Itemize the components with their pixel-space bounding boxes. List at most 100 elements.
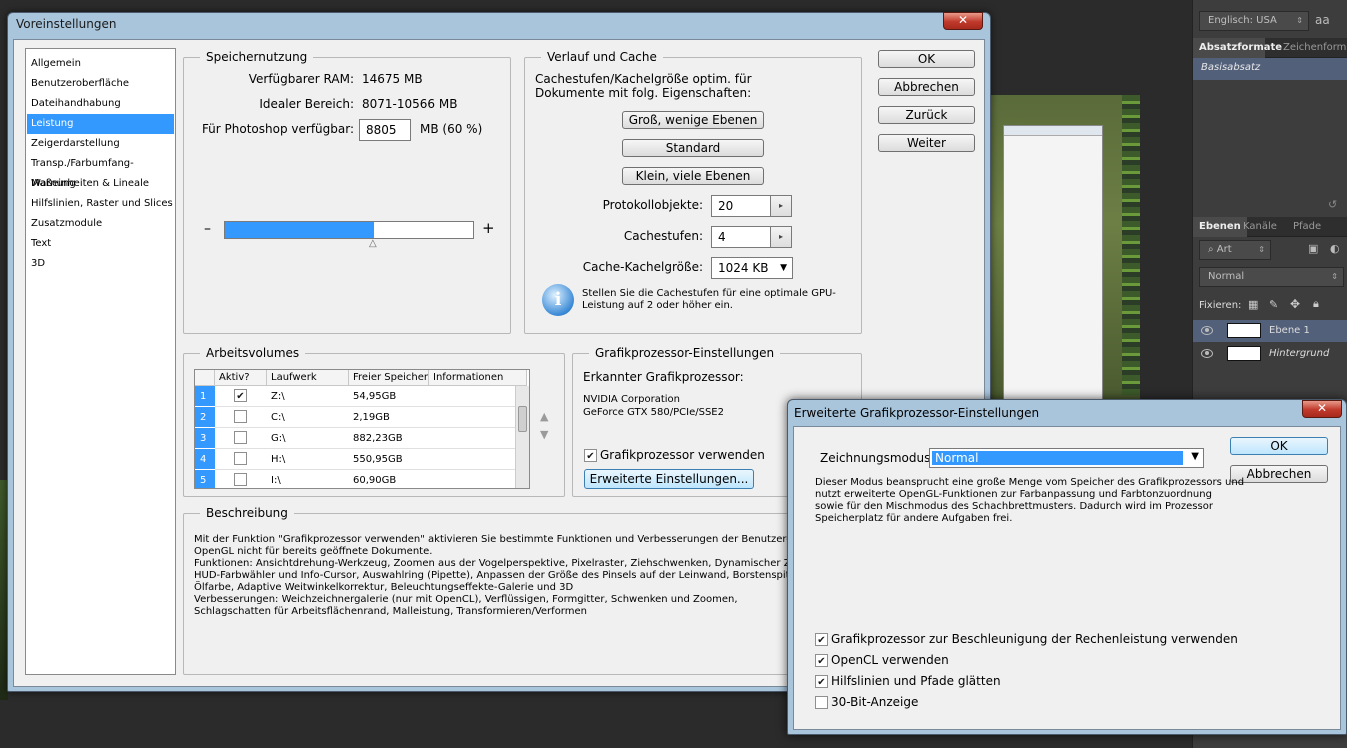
lock-transparency-icon[interactable]: ▦: [1248, 298, 1258, 311]
active-checkbox[interactable]: [234, 452, 247, 465]
layer-filter-select[interactable]: ⌕ Art ⇕: [1199, 240, 1271, 260]
nav-item-masseinheiten[interactable]: Maßeinheiten & Lineale: [27, 174, 174, 194]
col-header-free[interactable]: Freier Speicher: [349, 370, 429, 386]
cancel-button[interactable]: Abbrechen: [1230, 465, 1328, 483]
antialias-icon[interactable]: aa: [1315, 13, 1330, 27]
photoshop-ram-input[interactable]: 8805: [359, 119, 411, 141]
free-space-cell: 60,90GB: [353, 475, 397, 486]
large-few-layers-button[interactable]: Groß, wenige Ebenen: [622, 111, 764, 129]
nav-item-3d[interactable]: 3D: [27, 254, 174, 274]
drawing-mode-description: Dieser Modus beansprucht eine große Meng…: [815, 477, 1245, 524]
move-down-icon[interactable]: ▼: [540, 428, 548, 441]
tile-size-select[interactable]: 1024 KB ▼: [711, 257, 793, 279]
history-states-spin-icon[interactable]: ▸: [770, 195, 792, 217]
refresh-icon[interactable]: ↺: [1328, 198, 1337, 211]
next-button[interactable]: Weiter: [878, 134, 975, 152]
active-checkbox[interactable]: [234, 410, 247, 423]
scratch-disks-table: Aktiv? Laufwerk Freier Speicher Informat…: [194, 369, 530, 489]
nav-item-allgemein[interactable]: Allgemein: [27, 54, 174, 74]
ok-button[interactable]: OK: [878, 50, 975, 68]
photoshop-ram-label: Für Photoshop verfügbar:: [201, 122, 354, 136]
drive-cell: H:\: [271, 454, 286, 465]
cache-levels-input[interactable]: 4: [711, 226, 771, 248]
active-checkbox[interactable]: [234, 389, 247, 402]
col-header-drive[interactable]: Laufwerk: [267, 370, 349, 386]
table-row[interactable]: 3 G:\ 882,23GB: [195, 428, 515, 449]
nav-item-zusatzmodule[interactable]: Zusatzmodule: [27, 214, 174, 234]
description-title: Beschreibung: [200, 506, 294, 520]
close-button[interactable]: ✕: [943, 12, 983, 30]
table-row[interactable]: 1 Z:\ 54,95GB: [195, 386, 515, 407]
nav-item-zeigerdarstellung[interactable]: Zeigerdarstellung: [27, 134, 174, 154]
ideal-range-label: Idealer Bereich:: [259, 97, 354, 111]
layer-row[interactable]: Hintergrund: [1193, 343, 1347, 365]
table-row[interactable]: 2 C:\ 2,19GB: [195, 407, 515, 428]
history-states-label: Protokollobjekte:: [602, 198, 703, 212]
drawing-mode-select[interactable]: Normal ▼: [929, 448, 1204, 468]
adjustment-filter-icon[interactable]: ◐: [1330, 242, 1340, 255]
col-header-info[interactable]: Informationen: [429, 370, 527, 386]
language-select[interactable]: Englisch: USA ⇕: [1199, 11, 1309, 31]
drive-cell: G:\: [271, 433, 286, 444]
gpu-model: GeForce GTX 580/PCIe/SSE2: [583, 407, 724, 418]
dialog-title: Voreinstellungen: [16, 17, 117, 31]
30bit-display-checkbox[interactable]: [815, 696, 828, 709]
paragraph-tabs: Absatzformate Zeichenforma: [1193, 38, 1347, 58]
layer-row[interactable]: Ebene 1: [1193, 320, 1347, 342]
nav-item-text[interactable]: Text: [27, 234, 174, 254]
blend-mode-select[interactable]: Normal ⇕: [1199, 267, 1344, 287]
small-many-layers-button[interactable]: Klein, viele Ebenen: [622, 167, 764, 185]
nav-item-transparenz[interactable]: Transp./Farbumfang-Warnung: [27, 154, 174, 189]
paragraph-style-name: Basisabsatz: [1201, 62, 1261, 73]
tab-absatzformate[interactable]: Absatzformate: [1193, 38, 1282, 58]
30bit-display-label: 30-Bit-Anzeige: [831, 695, 919, 709]
slider-handle-icon[interactable]: △: [369, 238, 377, 249]
active-checkbox[interactable]: [234, 473, 247, 486]
cache-info-text: Stellen Sie die Cachestufen für eine opt…: [582, 288, 836, 311]
nav-item-hilfslinien[interactable]: Hilfslinien, Raster und Slices: [27, 194, 174, 214]
chevron-down-icon: ▼: [1191, 451, 1199, 462]
eye-icon[interactable]: [1201, 349, 1213, 358]
lock-move-icon[interactable]: ✥: [1290, 297, 1300, 311]
paragraph-style-row[interactable]: Basisabsatz: [1193, 58, 1347, 80]
lock-all-icon[interactable]: 🔒︎: [1313, 297, 1319, 311]
table-scrollbar[interactable]: [515, 386, 529, 488]
cancel-button[interactable]: Abbrechen: [878, 78, 975, 96]
nav-item-benutzeroberflaeche[interactable]: Benutzeroberfläche: [27, 74, 174, 94]
move-up-icon[interactable]: ▲: [540, 410, 548, 423]
history-states-input[interactable]: 20: [711, 195, 771, 217]
background-thumbnail-strip: [1122, 95, 1140, 395]
gpu-compute-checkbox[interactable]: [815, 633, 828, 646]
col-header-active[interactable]: Aktiv?: [215, 370, 267, 386]
ok-button[interactable]: OK: [1230, 437, 1328, 455]
photoshop-ram-unit: MB (60 %): [420, 122, 483, 136]
back-button[interactable]: Zurück: [878, 106, 975, 124]
gpu-vendor: NVIDIA Corporation: [583, 394, 681, 405]
preferences-nav: Allgemein Benutzeroberfläche Dateihandha…: [25, 48, 176, 675]
use-gpu-checkbox[interactable]: [584, 449, 597, 462]
cache-levels-label: Cachestufen:: [623, 229, 703, 243]
active-checkbox[interactable]: [234, 431, 247, 444]
advanced-settings-button[interactable]: Erweiterte Einstellungen...: [584, 469, 754, 489]
default-button[interactable]: Standard: [622, 139, 764, 157]
layer-thumbnail: [1227, 323, 1261, 338]
tab-kanaele[interactable]: Kanäle: [1237, 217, 1283, 237]
table-row[interactable]: 4 H:\ 550,95GB: [195, 449, 515, 470]
close-button[interactable]: ✕: [1302, 400, 1342, 418]
scrollbar-thumb[interactable]: [518, 406, 527, 432]
description-group: Beschreibung Mit der Funktion "Grafikpro…: [183, 506, 862, 675]
lock-label: Fixieren:: [1199, 300, 1242, 311]
memory-slider[interactable]: [224, 221, 474, 239]
tab-pfade[interactable]: Pfade: [1287, 217, 1327, 237]
nav-item-dateihandhabung[interactable]: Dateihandhabung: [27, 94, 174, 114]
table-row[interactable]: 5 I:\ 60,90GB: [195, 470, 515, 488]
antialias-guides-checkbox[interactable]: [815, 675, 828, 688]
opencl-checkbox[interactable]: [815, 654, 828, 667]
eye-icon[interactable]: [1201, 326, 1213, 335]
tab-zeichenformate[interactable]: Zeichenforma: [1277, 38, 1347, 58]
cache-levels-spin-icon[interactable]: ▸: [770, 226, 792, 248]
nav-item-leistung[interactable]: Leistung: [27, 114, 174, 134]
image-filter-icon[interactable]: ▣: [1308, 242, 1318, 255]
search-icon: ⌕: [1208, 244, 1217, 255]
lock-brush-icon[interactable]: ✎: [1269, 298, 1278, 311]
